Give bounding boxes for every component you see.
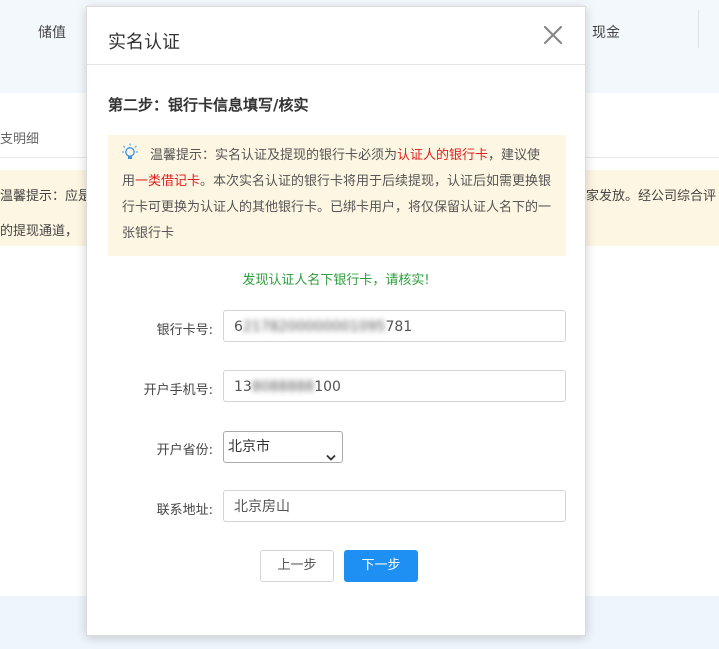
province-selected-value: 北京市 [228, 439, 270, 455]
nav-divider [698, 10, 699, 48]
address-value: 北京房山 [234, 499, 290, 515]
modal-header: 实名认证 [87, 7, 585, 65]
tip-text: 温馨提示：实名认证及提现的银行卡必须为认证人的银行卡，建议使用一类借记卡。本次实… [122, 143, 552, 247]
province-select[interactable]: 北京市 [223, 431, 343, 463]
chevron-down-icon [326, 443, 336, 461]
step-title: 第二步：银行卡信息填写/核实 [108, 96, 309, 114]
card-number-prefix: 6 [234, 319, 243, 335]
found-card-message: 发现认证人名下银行卡，请核实! [242, 273, 430, 288]
phone-masked: 8088888 [251, 379, 315, 395]
tip-highlight-debit-card: 一类借记卡 [135, 174, 201, 189]
card-number-label: 银行卡号: [156, 323, 213, 338]
address-input[interactable]: 北京房山 [223, 490, 566, 522]
phone-input[interactable]: 138088888100 [223, 370, 566, 402]
tip-prefix: 温馨提示：实名认证及提现的银行卡必须为 [150, 148, 398, 163]
address-label: 联系地址: [156, 503, 213, 518]
background-notice-line2: 的提现通道， [0, 224, 79, 239]
province-label: 开户省份: [156, 443, 213, 458]
modal-title: 实名认证 [108, 32, 180, 53]
nav-item-stored-value[interactable]: 储值 [38, 22, 66, 42]
phone-suffix: 100 [314, 379, 341, 395]
close-icon[interactable] [541, 23, 565, 47]
background-notice-right: 家发放。经公司综合评 [586, 189, 717, 204]
next-step-button[interactable]: 下一步 [344, 550, 418, 582]
phone-prefix: 13 [234, 379, 252, 395]
real-name-verification-modal: 实名认证 第二步：银行卡信息填写/核实 温馨提示：实名认证及提现的银行卡必须为认… [86, 6, 586, 636]
nav-item-cash[interactable]: 现金 [592, 22, 620, 42]
tip-highlight-own-card: 认证人的银行卡 [397, 148, 489, 163]
tip-box: 温馨提示：实名认证及提现的银行卡必须为认证人的银行卡，建议使用一类借记卡。本次实… [108, 135, 566, 256]
lightbulb-icon [122, 143, 138, 161]
card-number-input[interactable]: 62178200000001095781 [223, 310, 566, 342]
previous-step-button[interactable]: 上一步 [260, 550, 334, 582]
background-notice-line1: 温馨提示：应是 [0, 189, 92, 204]
phone-label: 开户手机号: [143, 383, 213, 398]
card-number-suffix: 781 [385, 319, 413, 335]
card-number-masked: 2178200000001095 [242, 319, 386, 335]
tab-details[interactable]: 支明细 [0, 128, 39, 147]
